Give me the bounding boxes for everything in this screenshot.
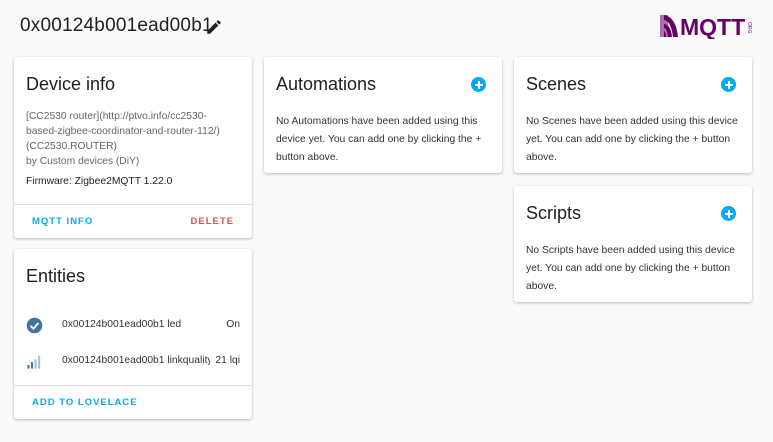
- scenes-card: Scenes No Scenes have been added using t…: [514, 57, 752, 173]
- scenes-empty-text: above.: [526, 152, 557, 163]
- pencil-icon[interactable]: [205, 18, 223, 36]
- delete-button[interactable]: DELETE: [191, 216, 234, 227]
- logo-sub: ORG: [746, 22, 752, 34]
- device-firmware: Firmware: Zigbee2MQTT 1.22.0: [26, 176, 173, 187]
- device-model-line: (CC2530.ROUTER): [26, 141, 117, 152]
- device-info-title: Device info: [26, 74, 116, 94]
- device-info-card: Device info [CC2530 router](http://ptvo.…: [14, 57, 252, 238]
- automations-card: Automations No Automations have been add…: [264, 57, 502, 173]
- device-info-actions: MQTT INFO DELETE: [14, 204, 252, 238]
- scenes-empty-text: No Scenes have been added using this dev…: [526, 116, 738, 127]
- automations-empty-text: button above.: [276, 152, 339, 163]
- entity-row[interactable]: 0x00124b001ead00b1 linkquality 21 lqi: [14, 349, 252, 375]
- add-to-lovelace-button[interactable]: ADD TO LOVELACE: [32, 397, 138, 408]
- scenes-empty-text: yet. You can add one by clicking the + b…: [526, 134, 731, 145]
- mqtt-logo: MQTT ORG: [660, 14, 752, 39]
- entity-row[interactable]: 0x00124b001ead00b1 led On: [14, 313, 252, 339]
- entity-name: 0x00124b001ead00b1 led: [62, 319, 182, 330]
- device-manufacturer: by Custom devices (DiY): [26, 156, 140, 167]
- page-header: 0x00124b001ead00b1 MQTT ORG: [0, 0, 773, 56]
- add-scene-button[interactable]: [721, 77, 736, 92]
- scripts-empty-text: yet. You can add one by clicking the + b…: [526, 263, 731, 274]
- device-model-line: based-zigbee-coordinator-and-router-112/…: [26, 126, 220, 137]
- scripts-title: Scripts: [526, 203, 582, 223]
- device-model-line: [CC2530 router](http://ptvo.info/cc2530-: [26, 111, 207, 122]
- signal-icon: [27, 355, 41, 369]
- entity-state: On: [226, 319, 240, 330]
- entity-name: 0x00124b001ead00b1 linkquality: [62, 355, 210, 366]
- add-script-button[interactable]: [721, 206, 736, 221]
- entities-card: Entities 0x00124b001ead00b1 led On 0x001…: [14, 249, 252, 419]
- scripts-empty-text: above.: [526, 281, 557, 292]
- logo-text: MQTT: [680, 14, 745, 39]
- scripts-card: Scripts No Scripts have been added using…: [514, 186, 752, 302]
- automations-empty-text: device yet. You can add one by clicking …: [276, 134, 482, 145]
- entity-state: 21 lqi: [215, 355, 240, 366]
- entities-title: Entities: [26, 266, 86, 286]
- scenes-title: Scenes: [526, 74, 587, 94]
- automations-title: Automations: [276, 74, 377, 94]
- entities-actions: ADD TO LOVELACE: [14, 385, 252, 419]
- scripts-empty-text: No Scripts have been added using this de…: [526, 245, 735, 256]
- add-automation-button[interactable]: [471, 77, 486, 92]
- automations-empty-text: No Automations have been added using thi…: [276, 116, 478, 127]
- check-circle-icon: [26, 317, 43, 334]
- page-title: 0x00124b001ead00b1: [20, 15, 213, 36]
- mqtt-info-button[interactable]: MQTT INFO: [32, 216, 93, 227]
